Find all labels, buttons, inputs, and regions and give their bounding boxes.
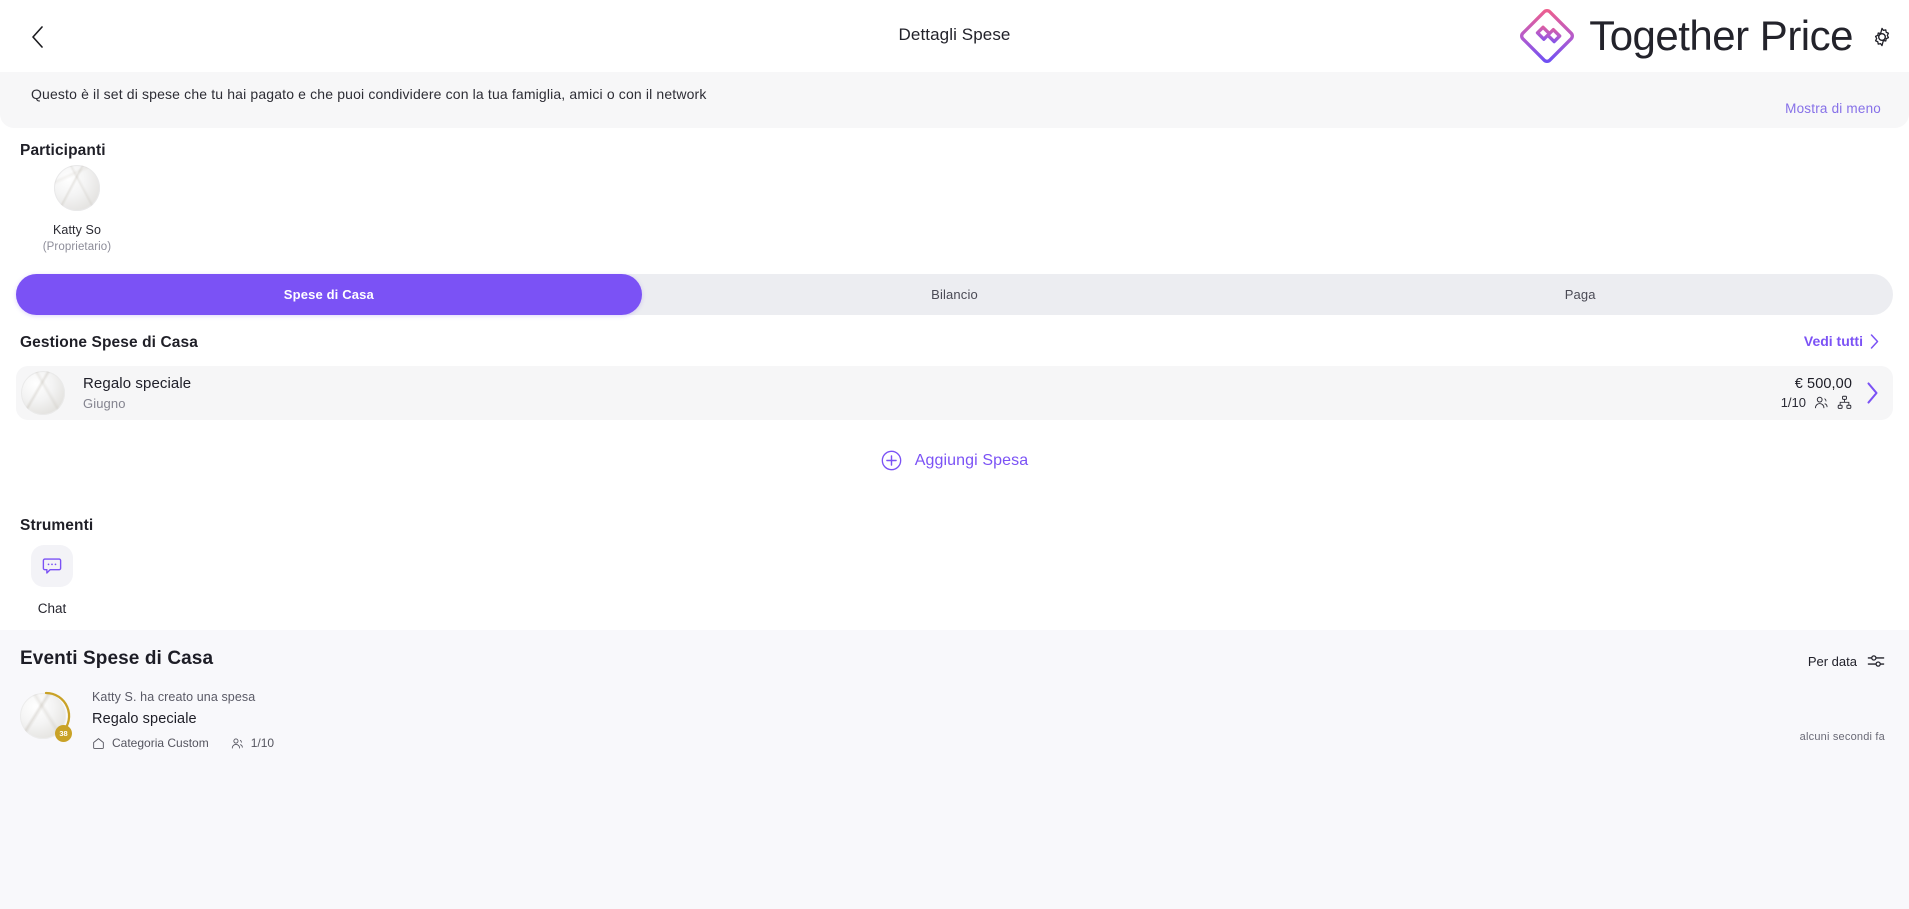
- expense-row[interactable]: Regalo speciale Giugno € 500,00 1/10: [16, 366, 1893, 420]
- plus-circle-icon: [881, 450, 902, 471]
- network-icon: [1837, 395, 1852, 409]
- events-title: Eventi Spese di Casa: [20, 648, 214, 669]
- description-text: Questo è il set di spese che tu hai paga…: [31, 86, 707, 102]
- app-header: Dettagli Spese Together Price: [0, 0, 1909, 72]
- brand-logo: Together Price: [1519, 8, 1853, 64]
- event-members-chip: 1/10: [231, 736, 274, 750]
- home-icon: [93, 737, 104, 749]
- tab-bar: Spese di Casa Bilancio Paga: [16, 274, 1893, 315]
- avatar: [54, 165, 100, 211]
- together-price-diamond-logo: [1520, 9, 1575, 63]
- tool-icon-box: [31, 545, 73, 587]
- add-expense-label: Aggiungi Spesa: [914, 451, 1029, 469]
- chat-bubble-icon: [42, 558, 62, 574]
- tab-paga[interactable]: Paga: [1267, 274, 1893, 315]
- tab-spese-di-casa[interactable]: Spese di Casa: [16, 274, 642, 315]
- expense-meta: 1/10: [1781, 395, 1852, 410]
- expense-subtitle: Giugno: [83, 396, 126, 411]
- participant-name: Katty So: [52, 223, 102, 237]
- expense-title: Regalo speciale: [83, 375, 192, 392]
- tool-label: Chat: [37, 601, 67, 616]
- people-icon: [231, 737, 243, 749]
- tool-chat[interactable]: Chat: [16, 545, 88, 616]
- events-sort-label: Per data: [1807, 653, 1857, 669]
- event-timestamp: alcuni secondi fa: [1799, 731, 1885, 743]
- settings-button[interactable]: [1867, 22, 1897, 52]
- tools-title: Strumenti: [20, 517, 94, 534]
- events-sort-control[interactable]: Per data: [1808, 652, 1885, 670]
- app-page: Dettagli Spese Together Price Questo è i…: [0, 0, 1909, 909]
- event-meta: Categoria Custom 1/10: [92, 736, 274, 750]
- participant-role: (Proprietario): [42, 241, 112, 253]
- expense-price: € 500,00: [1794, 376, 1852, 392]
- expense-right: € 500,00 1/10: [1781, 376, 1879, 410]
- event-avatar-wrap: 38: [20, 690, 72, 742]
- participants-title: Participanti: [20, 142, 106, 159]
- event-badge: 38: [55, 725, 72, 742]
- event-expense-name: Regalo speciale: [92, 711, 197, 727]
- add-expense-button[interactable]: Aggiungi Spesa: [0, 450, 1909, 471]
- people-icon: [1815, 396, 1828, 409]
- see-all-label: Vedi tutti: [1803, 333, 1863, 349]
- event-members-count: 1/10: [250, 736, 275, 750]
- expense-chevron-right-icon[interactable]: [1866, 382, 1879, 404]
- participant-item[interactable]: Katty So (Proprietario): [27, 165, 127, 253]
- event-description: Katty S. ha creato una spesa: [92, 690, 256, 704]
- expense-avatar: [21, 371, 65, 415]
- expenses-section-title: Gestione Spese di Casa: [20, 334, 198, 351]
- event-category-chip: Categoria Custom: [92, 736, 209, 750]
- events-section: Eventi Spese di Casa Per data 38 Katty S…: [0, 630, 1909, 909]
- gear-icon: [1874, 27, 1890, 47]
- tab-bilancio[interactable]: Bilancio: [642, 274, 1268, 315]
- brand-name: Together Price: [1589, 12, 1853, 59]
- filter-sliders-icon: [1867, 655, 1885, 667]
- expense-texts: Regalo speciale Giugno: [83, 375, 191, 411]
- event-item[interactable]: 38 Katty S. ha creato una spesa Regalo s…: [20, 690, 274, 750]
- expense-amounts: € 500,00 1/10: [1781, 376, 1852, 410]
- expense-members-count: 1/10: [1780, 395, 1806, 410]
- show-less-link[interactable]: Mostra di meno: [1785, 101, 1881, 116]
- chevron-right-icon: [1870, 333, 1879, 349]
- event-texts: Katty S. ha creato una spesa Regalo spec…: [92, 690, 274, 750]
- event-category-label: Categoria Custom: [112, 736, 209, 750]
- see-all-link[interactable]: Vedi tutti: [1804, 333, 1879, 349]
